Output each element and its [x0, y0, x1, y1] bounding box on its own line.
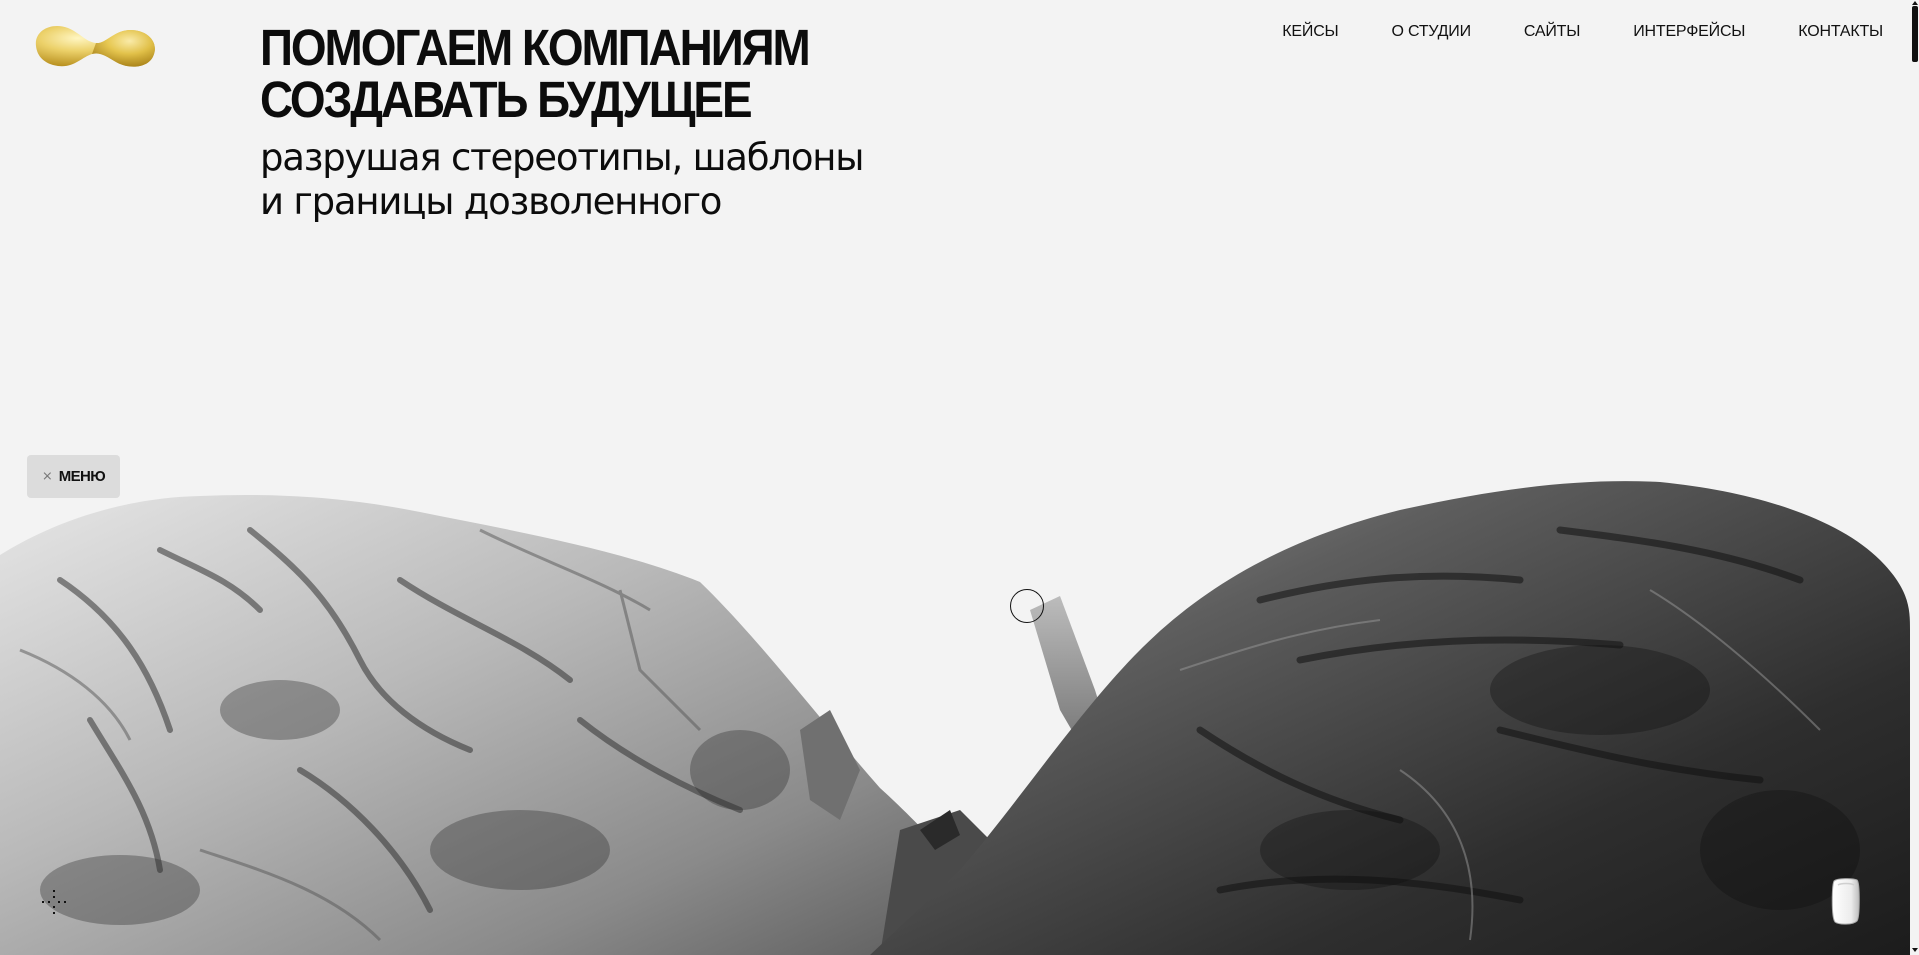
- nav-item-websites[interactable]: САЙТЫ: [1471, 22, 1581, 42]
- hero-subtitle: разрушая стереотипы, шаблоны и границы д…: [260, 136, 940, 224]
- menu-button[interactable]: ⨯ МЕНЮ: [27, 455, 120, 498]
- hero-title-line: СОЗДАВАТЬ БУДУЩЕЕ: [260, 71, 753, 128]
- page: ПОМОГАЕМ КОМПАНИЯМ СОЗДАВАТЬ БУДУЩЕЕ раз…: [0, 0, 1919, 955]
- chat-widget-icon[interactable]: [1829, 877, 1863, 927]
- hero-title-line: ПОМОГАЕМ КОМПАНИЯМ: [260, 19, 811, 76]
- nav-item-about-studio[interactable]: О СТУДИИ: [1339, 22, 1472, 42]
- dots-grid-icon[interactable]: [40, 888, 70, 918]
- logo-icon[interactable]: [30, 16, 160, 74]
- top-nav: КЕЙСЫ О СТУДИИ САЙТЫ ИНТЕРФЕЙСЫ КОНТАКТЫ: [1282, 22, 1883, 42]
- circle-cursor-icon: [1010, 589, 1044, 623]
- nav-item-cases[interactable]: КЕЙСЫ: [1282, 22, 1338, 42]
- close-x-icon: ⨯: [41, 469, 53, 484]
- nav-item-contacts[interactable]: КОНТАКТЫ: [1745, 22, 1883, 42]
- scrollbar-thumb[interactable]: [1912, 6, 1918, 62]
- hero-subtitle-line: и границы дозволенного: [260, 180, 722, 223]
- scrollbar[interactable]: [1910, 0, 1919, 955]
- hero: ПОМОГАЕМ КОМПАНИЯМ СОЗДАВАТЬ БУДУЩЕЕ раз…: [260, 22, 940, 224]
- rocks-illustration: [0, 481, 1910, 955]
- nav-item-interfaces[interactable]: ИНТЕРФЕЙСЫ: [1580, 22, 1745, 42]
- menu-button-label: МЕНЮ: [58, 468, 106, 485]
- hero-subtitle-line: разрушая стереотипы, шаблоны: [260, 136, 864, 179]
- scroll-up-arrow-icon[interactable]: [1912, 1, 1918, 5]
- hero-title: ПОМОГАЕМ КОМПАНИЯМ СОЗДАВАТЬ БУДУЩЕЕ: [260, 22, 872, 126]
- scroll-down-arrow-icon[interactable]: [1912, 948, 1918, 952]
